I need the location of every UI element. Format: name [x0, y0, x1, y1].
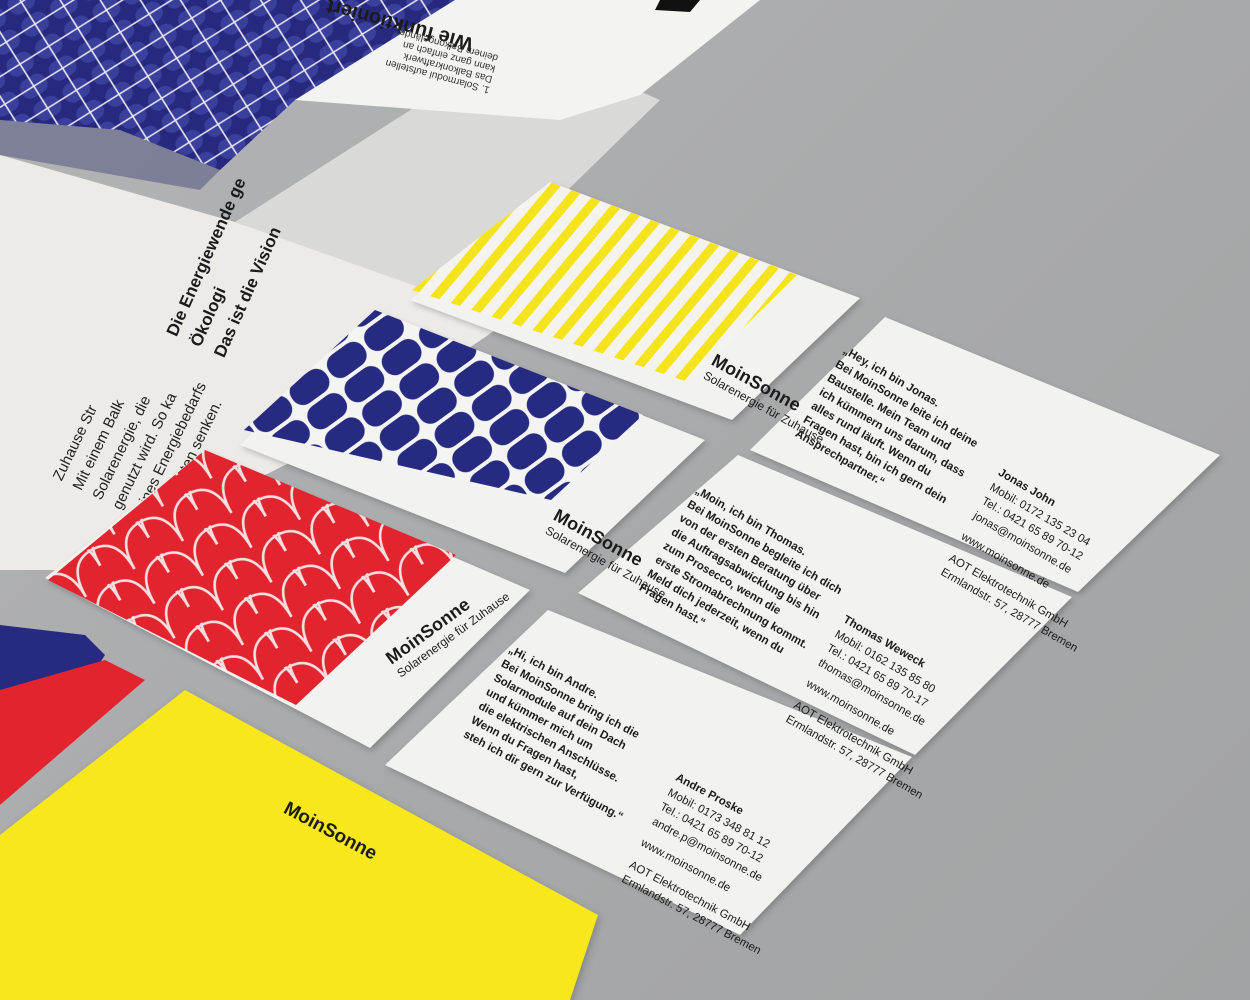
photo-scene: Wie funktioniert 1. Solarmodul aufstelle… [0, 0, 1250, 1000]
